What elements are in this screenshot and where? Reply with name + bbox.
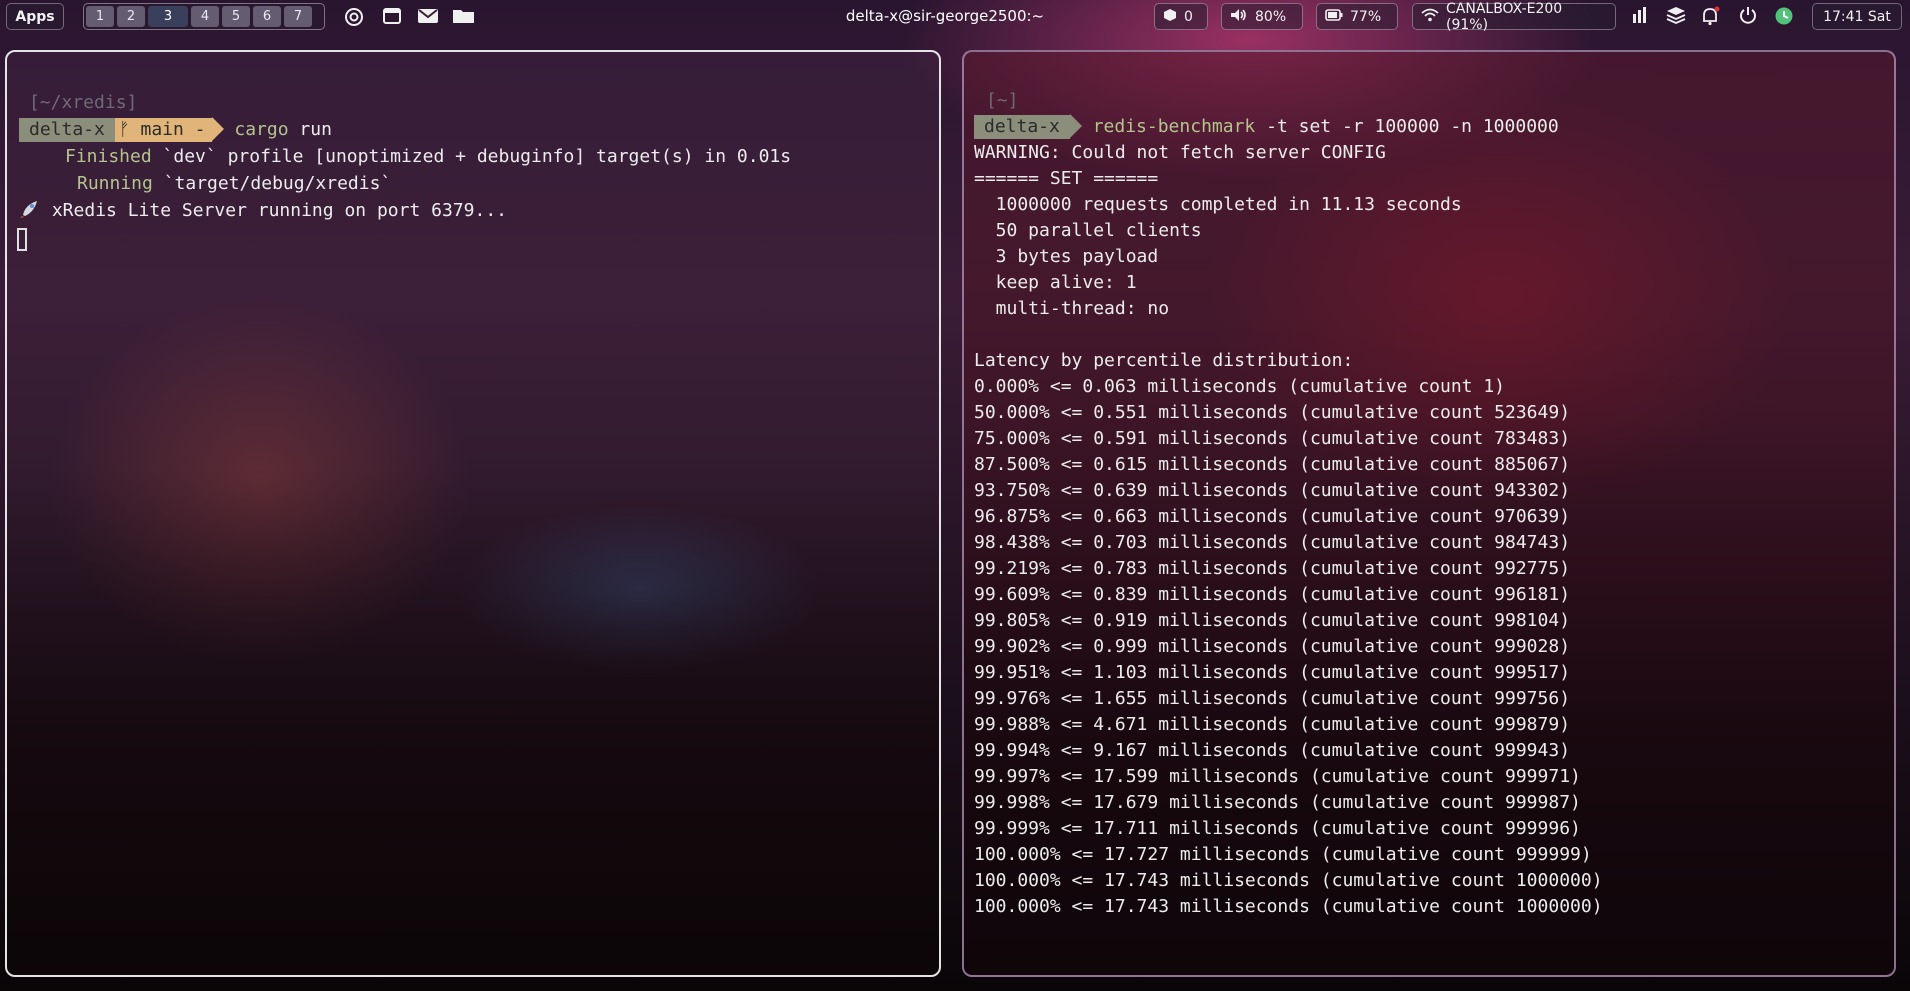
battery-icon: [1325, 8, 1343, 25]
output-line: 99.609% <= 0.839 milliseconds (cumulativ…: [974, 584, 1571, 605]
command-args: run: [299, 119, 332, 140]
updates-count: 0: [1184, 8, 1193, 25]
package-icon: [1163, 8, 1177, 26]
output-line: WARNING: Could not fetch server CONFIG: [974, 142, 1386, 163]
workspace-6[interactable]: 6: [253, 6, 281, 27]
window-title: delta-x@sir-george2500:~: [845, 7, 1045, 25]
wifi-network: CANALBOX-E200 (91%): [1446, 0, 1563, 33]
command-name: redis-benchmark: [1092, 116, 1256, 137]
output-line: 100.000% <= 17.743 milliseconds (cumulat…: [974, 896, 1603, 917]
finished-label: Finished: [65, 146, 152, 167]
clock[interactable]: 17:41 Sat: [1812, 3, 1902, 30]
output-line: 50.000% <= 0.551 milliseconds (cumulativ…: [974, 402, 1571, 423]
mail-icon[interactable]: [416, 6, 440, 28]
folder-icon[interactable]: [452, 6, 476, 28]
battery-indicator[interactable]: 77%: [1316, 3, 1398, 30]
output-line: 87.500% <= 0.615 milliseconds (cumulativ…: [974, 454, 1571, 475]
workspace-switcher: 1 2 3 4 5 6 7: [83, 3, 325, 30]
left-terminal[interactable]: [~/xredis] delta-x ᚠ main - cargo run Fin…: [5, 50, 941, 977]
output-line: 75.000% <= 0.591 milliseconds (cumulativ…: [974, 428, 1571, 449]
finished-text: `dev` profile [unoptimized + debuginfo] …: [162, 146, 792, 167]
output-line: 0.000% <= 0.063 milliseconds (cumulative…: [974, 376, 1506, 397]
output-line: 96.875% <= 0.663 milliseconds (cumulativ…: [974, 506, 1571, 527]
workspace-7[interactable]: 7: [284, 6, 312, 27]
right-terminal[interactable]: [~] delta-x redis-benchmark -t set -r 10…: [962, 50, 1896, 977]
output-line: Latency by percentile distribution:: [974, 350, 1354, 371]
wifi-icon: [1421, 8, 1439, 26]
host-segment: delta-x: [974, 115, 1070, 139]
output-line: 99.902% <= 0.999 milliseconds (cumulativ…: [974, 636, 1571, 657]
cursor-block: [17, 227, 27, 251]
output-line: 100.000% <= 17.727 milliseconds (cumulat…: [974, 844, 1592, 865]
cwd-label: [~/xredis]: [29, 92, 138, 113]
output-line: 99.999% <= 17.711 milliseconds (cumulati…: [974, 818, 1581, 839]
openai-icon[interactable]: [342, 6, 366, 28]
running-label: Running: [77, 173, 153, 194]
power-icon[interactable]: [1736, 6, 1760, 28]
apps-button[interactable]: Apps: [6, 3, 64, 30]
wifi-indicator[interactable]: CANALBOX-E200 (91%): [1412, 0, 1616, 33]
output-line: 50 parallel clients: [974, 220, 1202, 241]
updates-indicator[interactable]: 0: [1154, 3, 1208, 30]
output-line: 99.219% <= 0.783 milliseconds (cumulativ…: [974, 558, 1571, 579]
host-segment: delta-x: [19, 118, 115, 142]
command-args: -t set -r 100000 -n 1000000: [1266, 116, 1559, 137]
git-branch-label: main -: [140, 119, 206, 140]
prompt-arrow: [1069, 114, 1082, 138]
workspace-5[interactable]: 5: [222, 6, 250, 27]
prompt-line: delta-x redis-benchmark -t set -r 100000…: [974, 114, 1559, 140]
bell-icon[interactable]: [1698, 6, 1722, 28]
finished-line: Finished `dev` profile [unoptimized + de…: [65, 144, 791, 170]
output-line: 99.998% <= 17.679 milliseconds (cumulati…: [974, 792, 1581, 813]
volume-icon: [1230, 8, 1248, 26]
output-line: ====== SET ======: [974, 168, 1159, 189]
top-bar: Apps 1 2 3 4 5 6 7 delta-x@sir-george250…: [0, 0, 1910, 34]
output-line: 98.438% <= 0.703 milliseconds (cumulativ…: [974, 532, 1571, 553]
command-name: cargo: [234, 119, 289, 140]
output-line: 99.988% <= 4.671 milliseconds (cumulativ…: [974, 714, 1571, 735]
running-text: `target/debug/xredis`: [163, 173, 392, 194]
prompt-arrow: [211, 117, 224, 141]
workspace-3[interactable]: 3: [148, 6, 188, 27]
volume-indicator[interactable]: 80%: [1221, 3, 1303, 30]
output-line: 93.750% <= 0.639 milliseconds (cumulativ…: [974, 480, 1571, 501]
stats-icon[interactable]: [1628, 6, 1652, 28]
rocket-icon: [19, 200, 41, 221]
output-line: 1000000 requests completed in 11.13 seco…: [974, 194, 1462, 215]
status-icon[interactable]: [1772, 6, 1796, 28]
output-line: 99.976% <= 1.655 milliseconds (cumulativ…: [974, 688, 1571, 709]
output-line: keep alive: 1: [974, 272, 1137, 293]
output-line: 99.951% <= 1.103 milliseconds (cumulativ…: [974, 662, 1571, 683]
git-branch-icon: ᚠ: [118, 119, 141, 140]
running-line: Running `target/debug/xredis`: [77, 171, 391, 197]
server-line: xRedis Lite Server running on port 6379.…: [19, 198, 507, 224]
terminal-cursor: [17, 226, 27, 252]
output-line: 99.994% <= 9.167 milliseconds (cumulativ…: [974, 740, 1571, 761]
output-line: multi-thread: no: [974, 298, 1170, 319]
output-line: 99.997% <= 17.599 milliseconds (cumulati…: [974, 766, 1581, 787]
battery-level: 77%: [1350, 8, 1382, 25]
output-line: 99.805% <= 0.919 milliseconds (cumulativ…: [974, 610, 1571, 631]
workspace-4[interactable]: 4: [191, 6, 219, 27]
git-branch-segment: ᚠ main -: [114, 118, 212, 142]
server-status: xRedis Lite Server running on port 6379.…: [51, 200, 507, 221]
volume-level: 80%: [1255, 8, 1287, 25]
output-line: 3 bytes payload: [974, 246, 1159, 267]
cwd-label: [~]: [986, 90, 1019, 111]
prompt-line: delta-x ᚠ main - cargo run: [19, 117, 332, 143]
workspace-1[interactable]: 1: [86, 6, 114, 27]
workspace-2[interactable]: 2: [117, 6, 145, 27]
layers-icon[interactable]: [1664, 6, 1688, 28]
window-icon[interactable]: [380, 6, 404, 28]
output-line: 100.000% <= 17.743 milliseconds (cumulat…: [974, 870, 1603, 891]
